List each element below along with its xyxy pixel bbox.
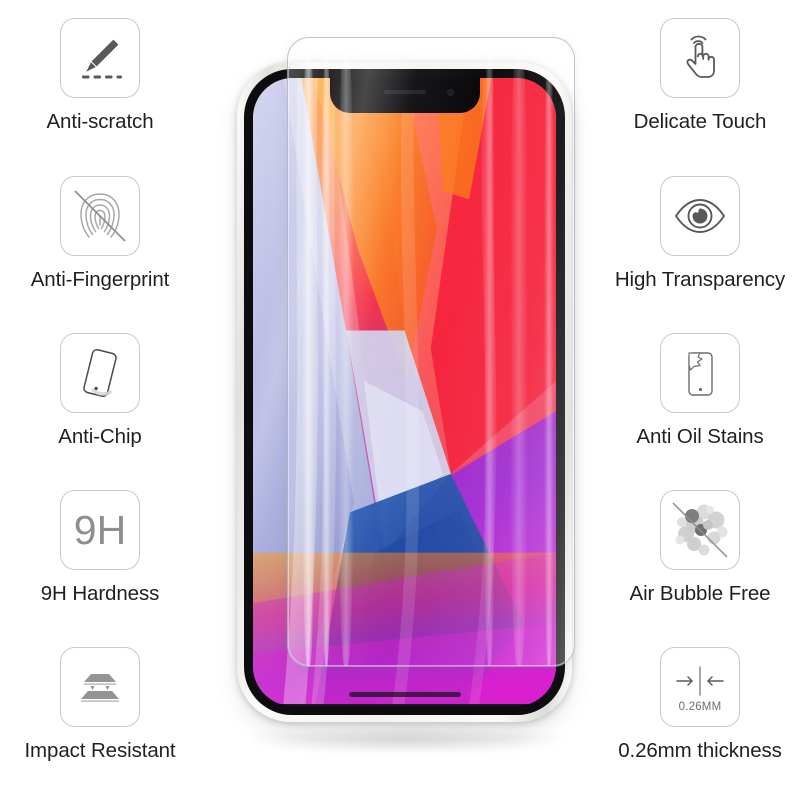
features-left-column: Anti-scratch Anti-Fingerprint Anti-Chip … xyxy=(0,0,200,800)
device-ground-shadow xyxy=(247,726,567,752)
hardness-9h-text: 9H xyxy=(73,506,127,553)
feature-impact-resistant: Impact Resistant xyxy=(0,647,200,763)
feature-label: 9H Hardness xyxy=(40,582,160,605)
bubbles-slashed-icon xyxy=(660,490,740,570)
feature-delicate-touch: Delicate Touch xyxy=(600,18,800,134)
feature-thickness: 0.26MM 0.26mm thickness xyxy=(600,647,800,763)
glass-streak xyxy=(338,38,354,666)
tempered-glass-protector xyxy=(287,37,575,667)
feature-anti-scratch: Anti-scratch xyxy=(0,18,200,134)
eye-icon xyxy=(660,176,740,256)
thickness-arrows-icon: 0.26MM xyxy=(660,647,740,727)
thickness-caption: 0.26MM xyxy=(678,700,722,713)
feature-label: High Transparency xyxy=(614,268,786,291)
feature-label: Anti-Fingerprint xyxy=(30,268,170,291)
feature-air-bubble-free: Air Bubble Free xyxy=(600,490,800,606)
glass-streak xyxy=(510,38,528,666)
glass-streak xyxy=(544,38,554,666)
product-infographic: Anti-scratch Anti-Fingerprint Anti-Chip … xyxy=(0,0,800,800)
feature-label: 0.26mm thickness xyxy=(618,739,782,762)
phone-with-screen-protector xyxy=(225,0,585,800)
feature-label: Air Bubble Free xyxy=(629,582,771,605)
glass-streak xyxy=(302,38,315,666)
feature-anti-chip: Anti-Chip xyxy=(0,333,200,449)
fingerprint-slashed-icon xyxy=(60,176,140,256)
feature-high-transparency: High Transparency xyxy=(600,176,800,292)
feature-label: Anti-Chip xyxy=(58,425,142,448)
feature-9h-hardness: 9H 9H Hardness xyxy=(0,490,200,606)
feature-label: Impact Resistant xyxy=(24,739,176,762)
phone-oil-stain-icon xyxy=(660,333,740,413)
glass-streak xyxy=(484,38,495,666)
feature-label: Anti-scratch xyxy=(46,110,154,133)
feature-label: Delicate Touch xyxy=(633,110,767,133)
glass-streak xyxy=(322,38,331,666)
home-indicator xyxy=(348,692,461,697)
features-right-column: Delicate Touch High Transparency Anti Oi… xyxy=(600,0,800,800)
feature-anti-fingerprint: Anti-Fingerprint xyxy=(0,176,200,292)
hardness-9h-icon: 9H xyxy=(60,490,140,570)
pen-scratch-icon xyxy=(60,18,140,98)
feature-label: Anti Oil Stains xyxy=(636,425,764,448)
layered-shield-icon xyxy=(60,647,140,727)
feature-anti-oil-stains: Anti Oil Stains xyxy=(600,333,800,449)
tap-hand-icon xyxy=(660,18,740,98)
tilted-phone-icon xyxy=(60,333,140,413)
